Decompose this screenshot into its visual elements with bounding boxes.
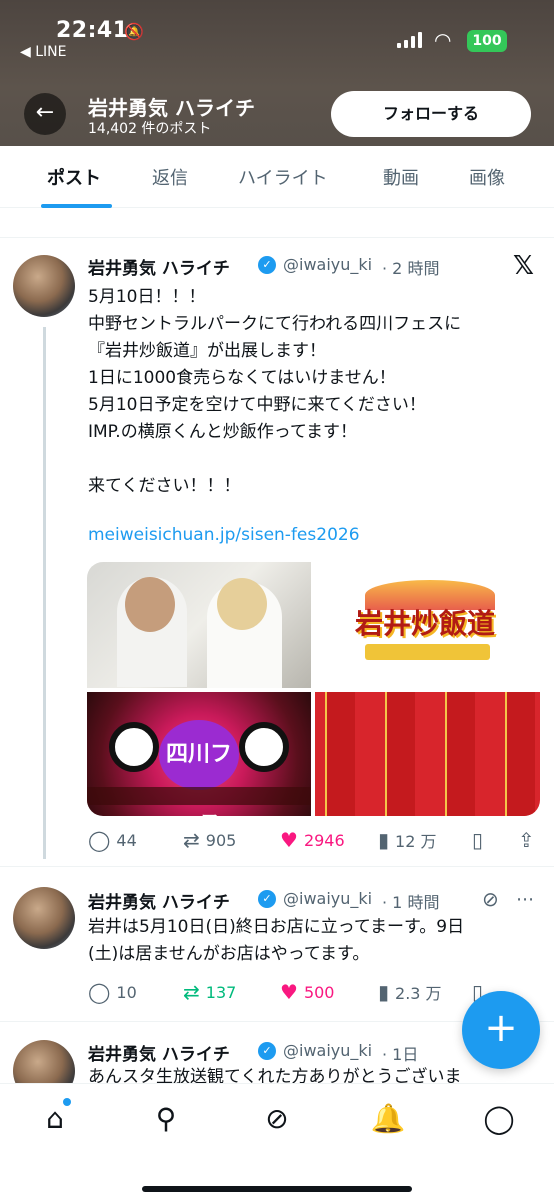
follow-button[interactable]: フォローする bbox=[331, 91, 531, 137]
tweet-media-grid[interactable]: 岩井炒飯道 四川フェス bbox=[87, 562, 540, 816]
tweet-time: · 1日 bbox=[382, 1045, 419, 1064]
verified-badge-icon: ✓ bbox=[258, 256, 276, 274]
retweet-count: 905 bbox=[205, 830, 237, 850]
sign-strip bbox=[325, 692, 355, 816]
verified-badge-icon: ✓ bbox=[258, 1042, 276, 1060]
x-logo-icon[interactable]: 𝕏 bbox=[513, 251, 534, 281]
like-count: 500 bbox=[303, 982, 335, 1002]
panda-icon bbox=[109, 722, 159, 772]
profile-tabs: ポスト 返信 ハイライト 動画 画像 bbox=[0, 146, 554, 208]
sign-strip bbox=[445, 692, 475, 816]
tweet-time: · 1 時間 bbox=[382, 893, 440, 912]
retweet-count: 137 bbox=[205, 982, 237, 1002]
logo-text: 岩井炒飯道 bbox=[355, 607, 496, 640]
person-head-shape bbox=[217, 578, 267, 630]
grok-icon[interactable]: ⊘ bbox=[257, 1102, 297, 1135]
reply-icon: ◯ bbox=[88, 980, 111, 1004]
tab-replies[interactable]: 返信 bbox=[152, 164, 188, 190]
profile-header: 22:41 🔕 ◀ LINE ◠ 100 ← 岩井勇気 ハライチ 14,402 … bbox=[0, 0, 554, 146]
status-bar: 22:41 🔕 ◀ LINE ◠ 100 bbox=[0, 0, 554, 66]
retweet-icon: ⇄ bbox=[183, 828, 200, 852]
tweet-text: あんスタ生放送観てくれた方ありがとうございま bbox=[88, 1067, 462, 1084]
views-button[interactable]: ▮ 12 万 bbox=[378, 828, 436, 852]
views-button[interactable]: ▮ 2.3 万 bbox=[378, 980, 442, 1004]
bottom-navigation: ⌂ ⚲ ⊘ 🔔 ◯ bbox=[0, 1083, 554, 1200]
tab-posts[interactable]: ポスト bbox=[47, 164, 101, 190]
reply-count: 10 bbox=[116, 982, 137, 1002]
verified-badge-icon: ✓ bbox=[258, 890, 276, 908]
media-red-signs[interactable] bbox=[315, 692, 540, 816]
retweet-button[interactable]: ⇄ 905 bbox=[183, 828, 236, 852]
media-logo-image[interactable]: 岩井炒飯道 bbox=[315, 562, 540, 688]
media-festival-poster[interactable]: 四川フェス bbox=[87, 692, 311, 816]
tweet-link[interactable]: meiweisichuan.jp/sisen-fes2026 bbox=[88, 525, 360, 545]
bell-icon[interactable]: 🔔 bbox=[368, 1102, 408, 1135]
media-photo-two-men[interactable] bbox=[87, 562, 311, 688]
search-icon[interactable]: ⚲ bbox=[146, 1102, 186, 1135]
heart-icon: ♥ bbox=[280, 828, 298, 852]
tweet-time: · 2 時間 bbox=[382, 259, 440, 278]
retweet-icon: ⇄ bbox=[183, 980, 200, 1004]
silent-bell-icon: 🔕 bbox=[124, 22, 144, 41]
like-button[interactable]: ♥ 2946 bbox=[280, 828, 345, 852]
views-count: 2.3 万 bbox=[395, 984, 442, 1003]
wifi-icon: ◠ bbox=[434, 28, 452, 52]
home-icon[interactable]: ⌂ bbox=[35, 1102, 75, 1135]
views-count: 12 万 bbox=[395, 832, 437, 851]
post-count: 14,402 件のポスト bbox=[88, 121, 212, 137]
profile-name: 岩井勇気 ハライチ bbox=[88, 96, 255, 120]
tweet-handle[interactable]: @iwaiyu_ki bbox=[283, 889, 372, 908]
tweet-text: 岩井は5月10日(日)終日お店に立ってまーす。9日 (土)は居ませんがお店はやっ… bbox=[88, 917, 465, 964]
avatar[interactable] bbox=[13, 887, 75, 949]
retweet-button[interactable]: ⇄ 137 bbox=[183, 980, 236, 1004]
notification-dot bbox=[63, 1098, 71, 1106]
tweet-actions: ◯ 44 ⇄ 905 ♥ 2946 ▮ 12 万 ▯ ⇪ bbox=[88, 828, 543, 856]
like-button[interactable]: ♥ 500 bbox=[280, 980, 334, 1004]
views-icon: ▮ bbox=[378, 980, 390, 1004]
views-icon: ▮ bbox=[378, 828, 390, 852]
home-indicator bbox=[142, 1186, 412, 1192]
battery-indicator: 100 bbox=[467, 30, 507, 52]
compose-post-button[interactable]: + bbox=[462, 991, 540, 1069]
grok-icon[interactable]: ⊘ bbox=[482, 887, 499, 911]
sign-strip bbox=[385, 692, 415, 816]
tab-videos[interactable]: 動画 bbox=[383, 164, 419, 190]
reply-button[interactable]: ◯ 10 bbox=[88, 980, 137, 1004]
festival-logo: 四川フェス bbox=[159, 720, 239, 816]
avatar[interactable] bbox=[13, 255, 75, 317]
tweet-author-name[interactable]: 岩井勇気 ハライチ bbox=[88, 888, 230, 913]
back-button[interactable]: ← bbox=[24, 93, 66, 135]
like-count: 2946 bbox=[303, 830, 345, 850]
tweet-handle[interactable]: @iwaiyu_ki bbox=[283, 1041, 372, 1060]
thread-line bbox=[43, 327, 46, 859]
reply-icon: ◯ bbox=[88, 828, 111, 852]
tab-images[interactable]: 画像 bbox=[469, 164, 505, 190]
tweet-author-name[interactable]: 岩井勇気 ハライチ bbox=[88, 254, 230, 279]
cellular-signal-icon bbox=[397, 32, 422, 48]
tweet-text: 5月10日！！！ 中野セントラルパークにて行われる四川フェスに 『岩井炒飯道』が… bbox=[88, 287, 462, 496]
sign-strip bbox=[505, 692, 535, 816]
reply-count: 44 bbox=[116, 830, 137, 850]
status-time: 22:41 bbox=[56, 18, 129, 43]
more-icon[interactable]: ⋯ bbox=[516, 889, 535, 910]
logo-ribbon bbox=[365, 644, 490, 660]
messages-icon[interactable]: ◯ bbox=[479, 1102, 519, 1135]
divider bbox=[0, 237, 554, 238]
back-to-line-link[interactable]: ◀ LINE bbox=[20, 44, 66, 60]
divider bbox=[0, 866, 554, 867]
reply-button[interactable]: ◯ 44 bbox=[88, 828, 137, 852]
poster-banner bbox=[87, 787, 311, 805]
bookmark-icon[interactable]: ▯ bbox=[472, 828, 483, 852]
tweet-author-name[interactable]: 岩井勇気 ハライチ bbox=[88, 1040, 230, 1065]
active-tab-indicator bbox=[41, 204, 112, 208]
tab-highlights[interactable]: ハイライト bbox=[238, 164, 328, 190]
share-icon[interactable]: ⇪ bbox=[518, 828, 535, 852]
person-head-shape bbox=[125, 577, 175, 632]
heart-icon: ♥ bbox=[280, 980, 298, 1004]
tweet-handle[interactable]: @iwaiyu_ki bbox=[283, 255, 372, 274]
panda-icon bbox=[239, 722, 289, 772]
